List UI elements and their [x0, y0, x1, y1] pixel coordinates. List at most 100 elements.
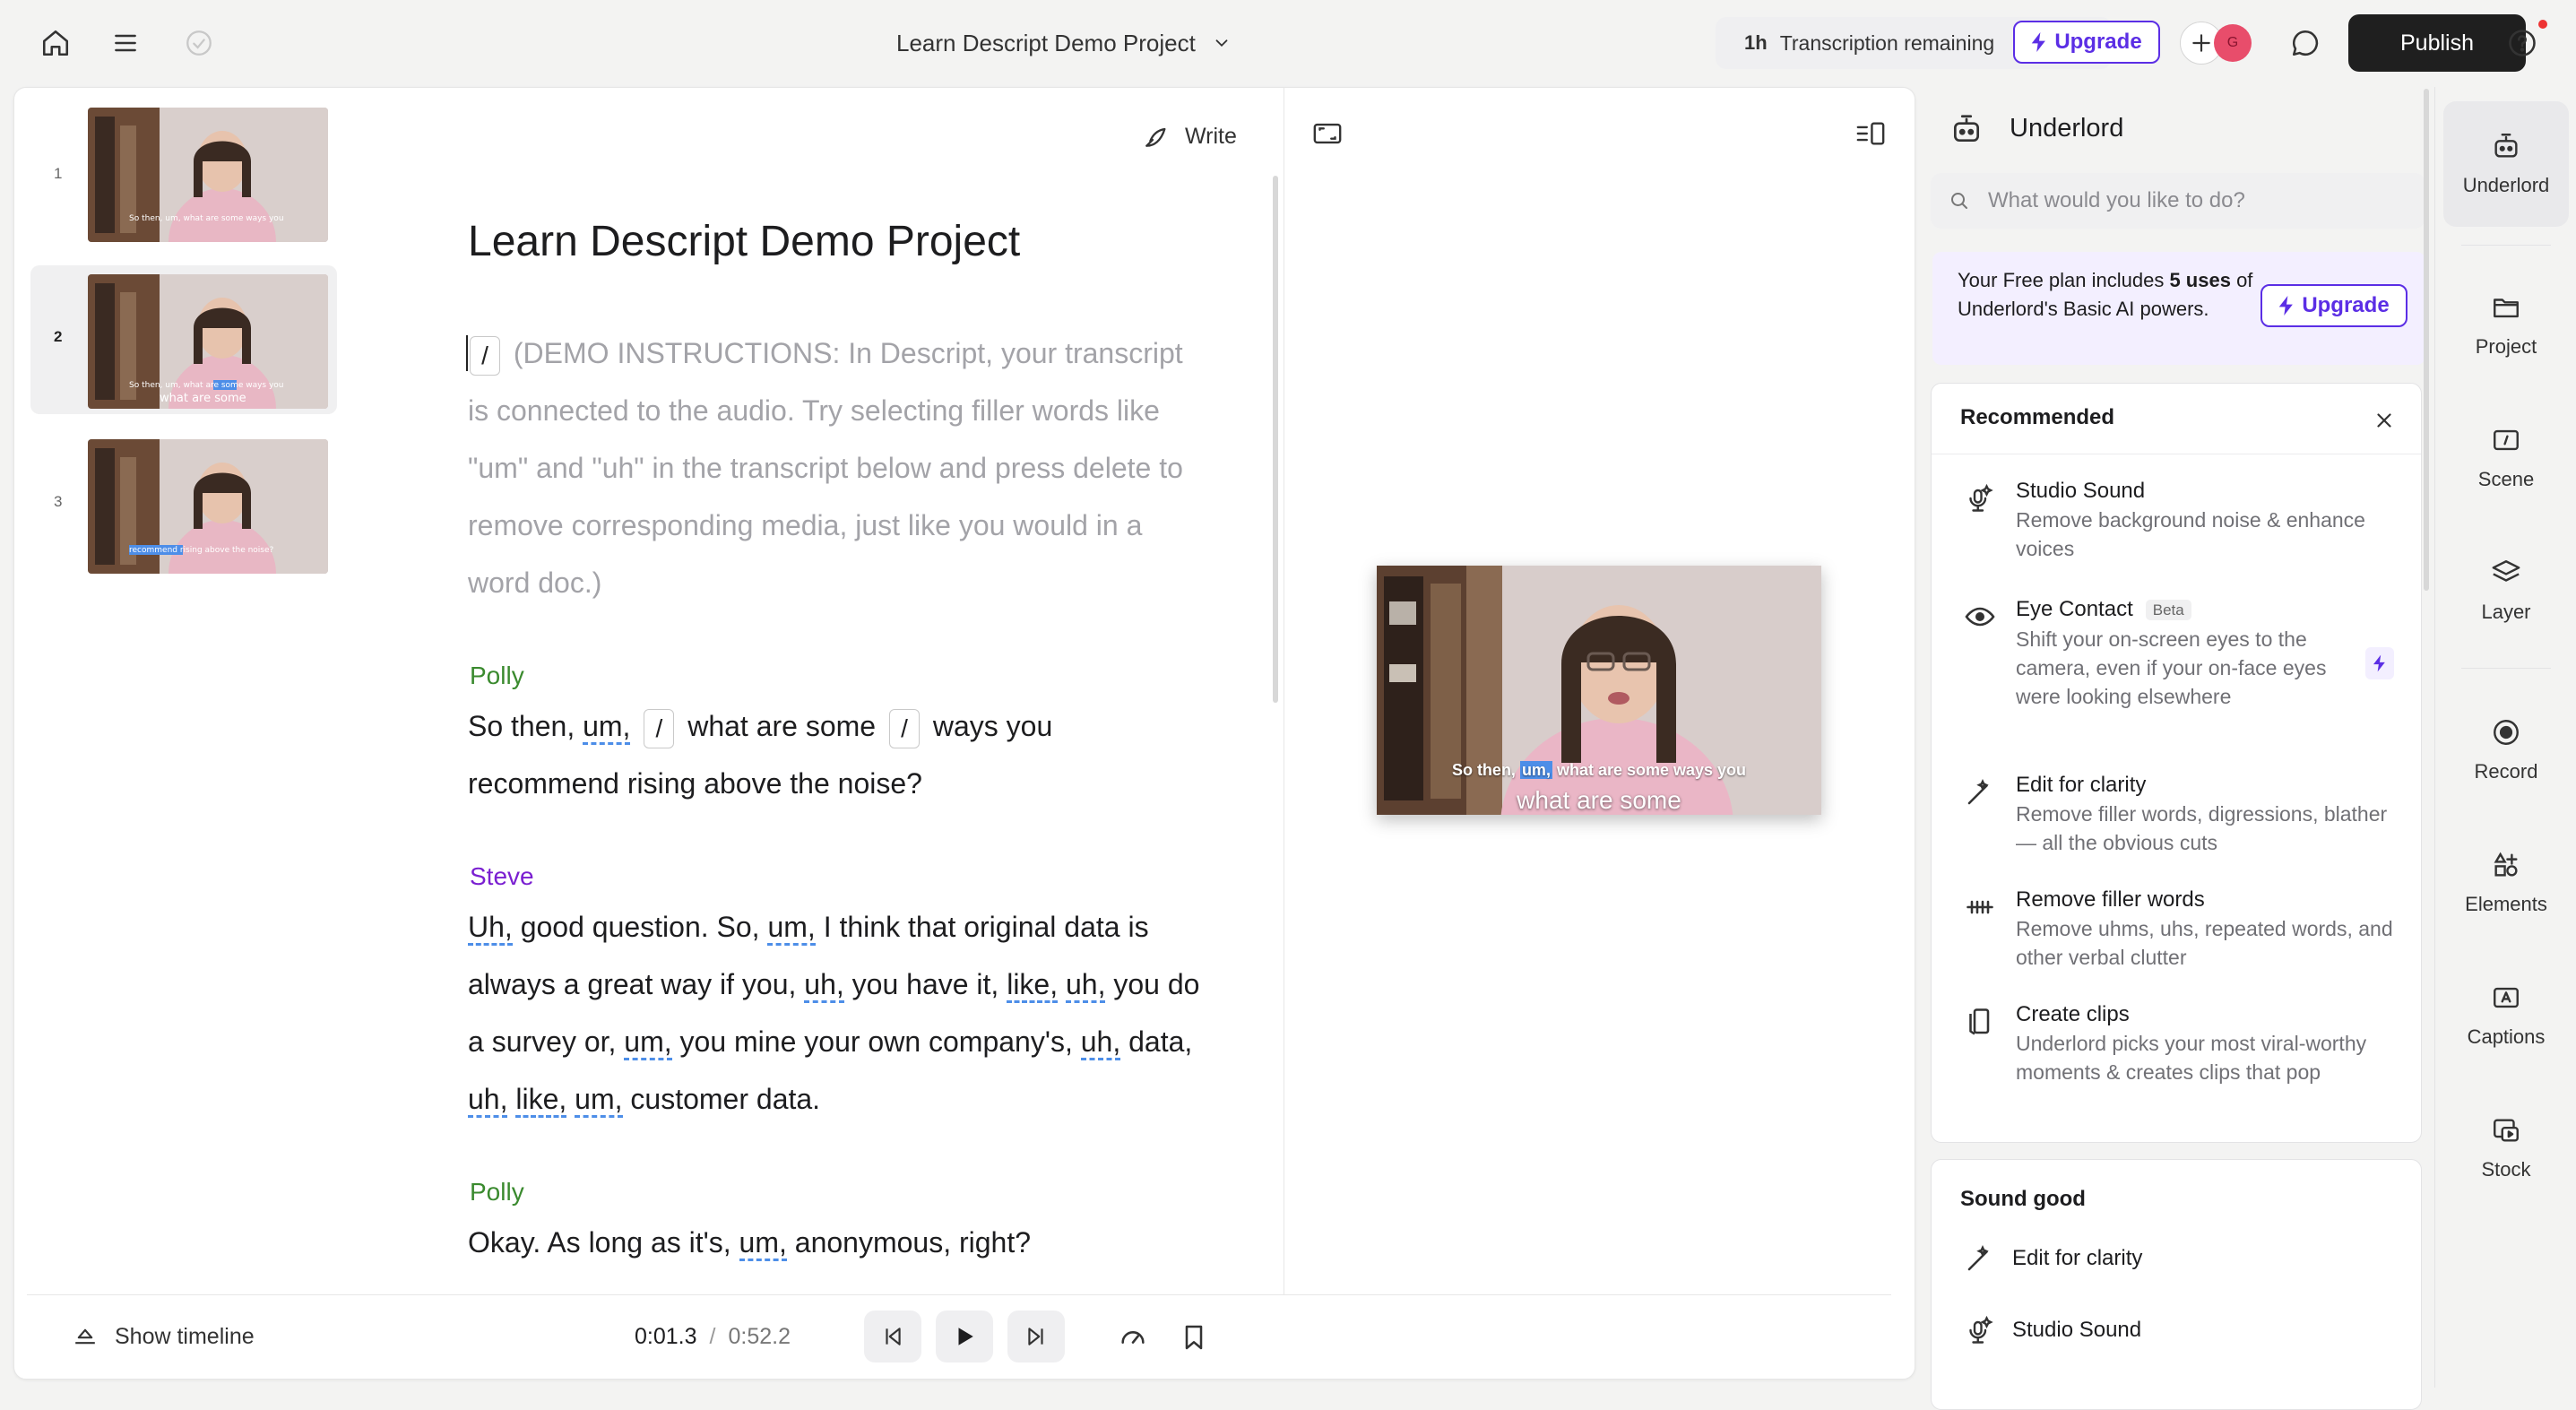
eye-icon	[1965, 607, 1995, 627]
recommended-item-create-clips[interactable]: Create clips Underlord picks your most v…	[1967, 1000, 2398, 1086]
filler-word[interactable]: um,	[575, 1083, 623, 1118]
filler-words-icon	[1967, 900, 1993, 914]
recommended-card: Recommended Studio Sound Remove backgrou…	[1931, 383, 2422, 1143]
transcript-paragraph[interactable]: Okay. As long as it's, um, anonymous, ri…	[468, 1214, 1203, 1271]
toggle-panel-icon[interactable]	[1852, 115, 1889, 152]
transcript-paragraph[interactable]: So then, um, / what are some / ways you …	[468, 697, 1203, 812]
scene-thumbnail-2[interactable]: So then, um, what are some ways you what…	[88, 274, 328, 409]
recommended-header: Recommended	[1960, 405, 2115, 429]
transcript-text: what are some	[687, 710, 877, 742]
caption-line-bottom: what are some	[1517, 786, 1681, 814]
filler-word[interactable]: like,	[515, 1083, 567, 1118]
recommended-item-edit-for-clarity[interactable]: Edit for clarity Remove filler words, di…	[1967, 771, 2398, 857]
scene-number: 2	[54, 328, 63, 345]
total-time: 0:52.2	[728, 1323, 791, 1349]
rail-label: Captions	[2467, 1025, 2546, 1048]
play-icon	[958, 1328, 973, 1345]
lightning-icon	[2032, 32, 2046, 52]
rail-item-stock[interactable]: Stock	[2443, 1086, 2569, 1211]
playback-speed-icon[interactable]	[1115, 1319, 1151, 1355]
search-placeholder: What would you like to do?	[1988, 188, 2245, 212]
recommended-item-studio-sound[interactable]: Studio Sound Remove background noise & e…	[1967, 477, 2398, 563]
item-desc: Underlord picks your most viral-worthy m…	[2016, 1032, 2367, 1084]
transcription-hours: 1h	[1744, 31, 1768, 54]
avatar[interactable]: G	[2214, 24, 2252, 62]
bookmark-icon[interactable]	[1176, 1319, 1212, 1355]
transcript-text: you have it,	[843, 968, 1007, 1000]
item-title: Edit for clarity	[2016, 773, 2147, 797]
speaker-label-steve[interactable]: Steve	[470, 862, 534, 891]
publish-button[interactable]: Publish	[2348, 14, 2526, 72]
underlord-search-input[interactable]: What would you like to do?	[1931, 173, 2425, 229]
menu-icon[interactable]	[104, 22, 147, 65]
filler-word[interactable]: like,	[1007, 968, 1059, 1003]
filler-word[interactable]: uh,	[1080, 1025, 1121, 1060]
record-icon	[2494, 720, 2519, 745]
project-title-dropdown[interactable]: Learn Descript Demo Project	[896, 22, 1232, 65]
rail-item-scene[interactable]: Scene	[2443, 395, 2569, 521]
caption-line-top: So then, um, what are some ways you	[1377, 761, 1821, 780]
write-mode-button[interactable]: Write	[1142, 113, 1237, 160]
rail-item-captions[interactable]: Captions	[2443, 953, 2569, 1078]
scene-thumbnail-3[interactable]: recommend rising above the noise?	[88, 439, 328, 574]
demo-instructions[interactable]: / (DEMO INSTRUCTIONS: In Descript, your …	[466, 324, 1203, 611]
transcript-text: data,	[1120, 1025, 1193, 1058]
filler-word[interactable]: uh,	[804, 968, 844, 1003]
upgrade-button[interactable]: Upgrade	[2013, 21, 2160, 64]
rail-item-project[interactable]: Project	[2443, 263, 2569, 388]
rail-label: Underlord	[2462, 174, 2550, 196]
sound-good-card: Sound good Edit for clarity Studio Sound	[1931, 1159, 2422, 1410]
svg-text:what are some: what are some	[160, 392, 246, 405]
recommended-item-eye-contact[interactable]: Eye Contact Beta Shift your on-screen eye…	[1965, 595, 2398, 711]
skip-forward-button[interactable]	[1007, 1311, 1065, 1362]
gap-marker[interactable]: /	[470, 335, 500, 376]
play-button[interactable]	[936, 1311, 993, 1362]
divider	[2461, 245, 2551, 246]
rail-label: Project	[2475, 335, 2537, 358]
filler-word[interactable]: um,	[583, 710, 631, 745]
sound-good-item-edit-for-clarity[interactable]: Edit for clarity	[1964, 1242, 2142, 1275]
video-preview[interactable]: So then, um, what are some ways you what…	[1377, 566, 1821, 815]
robot-icon	[1949, 112, 1988, 148]
studio-sound-icon	[1969, 1315, 1993, 1344]
speaker-label-polly[interactable]: Polly	[470, 1178, 524, 1207]
stock-media-icon	[2494, 1119, 2519, 1142]
close-icon[interactable]	[2373, 409, 2398, 434]
filler-word[interactable]: um,	[767, 911, 816, 946]
filler-word[interactable]: um,	[739, 1226, 787, 1261]
search-icon	[1951, 193, 1967, 209]
filler-word[interactable]: uh,	[468, 1083, 508, 1118]
gap-marker[interactable]: /	[888, 708, 920, 748]
skip-back-button[interactable]	[864, 1311, 921, 1362]
item-title: Create clips	[2016, 1002, 2130, 1026]
panel-scrollbar[interactable]	[2424, 89, 2429, 591]
help-icon[interactable]	[2501, 20, 2547, 65]
robot-icon	[2494, 134, 2518, 158]
rail-item-underlord[interactable]: Underlord	[2443, 101, 2569, 227]
upgrade-button[interactable]: Upgrade	[2260, 284, 2407, 327]
filler-word[interactable]: um,	[624, 1025, 672, 1060]
caption-text: what are some ways you	[1552, 761, 1747, 779]
svg-text:So then, um, what are some way: So then, um, what are some ways you	[129, 214, 284, 223]
speaker-label-polly[interactable]: Polly	[470, 662, 524, 690]
rail-item-elements[interactable]: Elements	[2443, 820, 2569, 946]
sound-good-item-studio-sound[interactable]: Studio Sound	[1964, 1314, 2141, 1346]
transcript-scrollbar[interactable]	[1273, 176, 1278, 703]
gap-marker[interactable]: /	[644, 708, 675, 748]
recommended-item-remove-filler-words[interactable]: Remove filler words Remove uhms, uhs, re…	[1967, 886, 2398, 972]
premium-lightning-icon	[2365, 647, 2394, 679]
top-bar: Learn Descript Demo Project 1h Transcrip…	[0, 0, 2576, 86]
show-timeline-button[interactable]: Show timeline	[72, 1318, 255, 1355]
filler-word[interactable]: Uh,	[468, 911, 513, 946]
home-icon[interactable]	[34, 22, 77, 65]
rail-item-layer[interactable]: Layer	[2443, 528, 2569, 653]
aspect-ratio-icon[interactable]	[1309, 115, 1346, 152]
captions-icon	[2494, 987, 2519, 1008]
time-display: 0:01.3 / 0:52.2	[635, 1318, 791, 1355]
rail-item-record[interactable]: Record	[2443, 688, 2569, 813]
scene-thumbnail-1[interactable]: So then, um, what are some ways you	[88, 108, 328, 242]
filler-word[interactable]: uh,	[1066, 968, 1106, 1003]
comments-icon[interactable]	[2284, 22, 2327, 65]
transcript-text: anonymous, right?	[786, 1226, 1032, 1259]
transcript-paragraph[interactable]: Uh, good question. So, um, I think that …	[468, 898, 1203, 1128]
